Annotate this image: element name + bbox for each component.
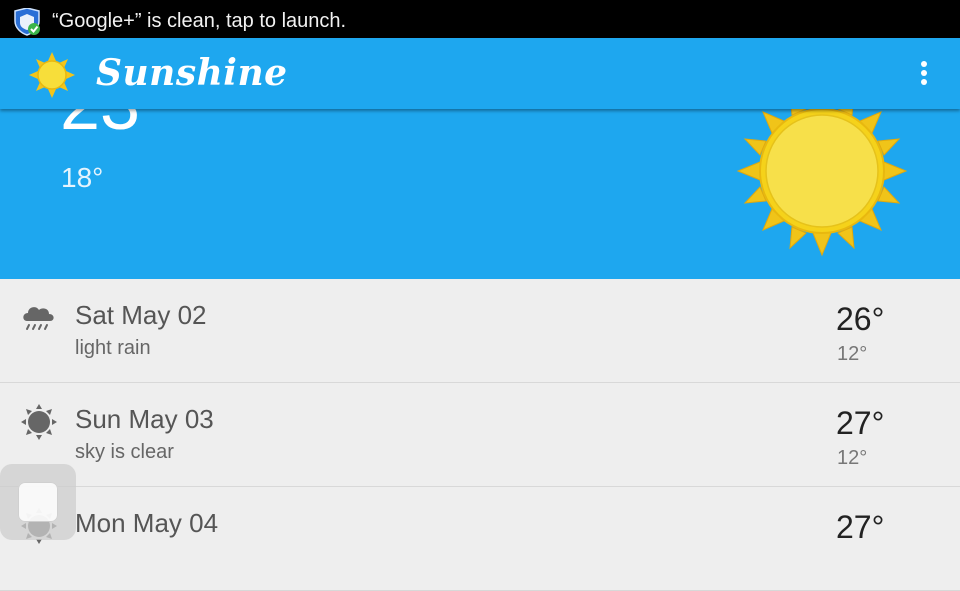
forecast-low-temp: 12° xyxy=(837,447,868,469)
sun-icon xyxy=(736,109,908,257)
forecast-day: Mon May 04 xyxy=(75,508,219,538)
forecast-low-temp: 12° xyxy=(837,343,868,365)
forecast-description: sky is clear xyxy=(75,441,174,463)
today-panel[interactable]: 23 18° xyxy=(0,109,960,279)
sun-icon xyxy=(29,52,75,98)
forecast-row[interactable]: Sat May 02 light rain 26° 12° xyxy=(0,279,960,383)
clear-sky-icon xyxy=(21,404,57,440)
floating-assistive-button[interactable] xyxy=(0,464,76,540)
forecast-high-temp: 27° xyxy=(836,405,885,441)
status-bar: “Google+” is clean, tap to launch. xyxy=(0,0,960,38)
overflow-menu-icon[interactable] xyxy=(910,58,938,90)
forecast-description: light rain xyxy=(75,337,151,359)
app-bar: Sunshine xyxy=(0,38,960,109)
notification-text[interactable]: “Google+” is clean, tap to launch. xyxy=(52,9,346,33)
forecast-row[interactable]: Mon May 04 27° xyxy=(0,487,960,591)
forecast-day: Sat May 02 xyxy=(75,300,207,330)
light-rain-icon xyxy=(23,307,54,330)
floating-button-icon xyxy=(18,482,58,522)
forecast-high-temp: 26° xyxy=(836,301,885,337)
app-title: Sunshine xyxy=(96,52,288,94)
today-high-temp: 23 xyxy=(60,109,140,145)
forecast-list: Sat May 02 light rain 26° 12° Sun May 03… xyxy=(0,279,960,591)
forecast-row[interactable]: Sun May 03 sky is clear 27° 12° xyxy=(0,383,960,487)
today-low-temp: 18° xyxy=(61,162,104,193)
forecast-day: Sun May 03 xyxy=(75,404,214,434)
shield-check-icon xyxy=(14,8,40,36)
